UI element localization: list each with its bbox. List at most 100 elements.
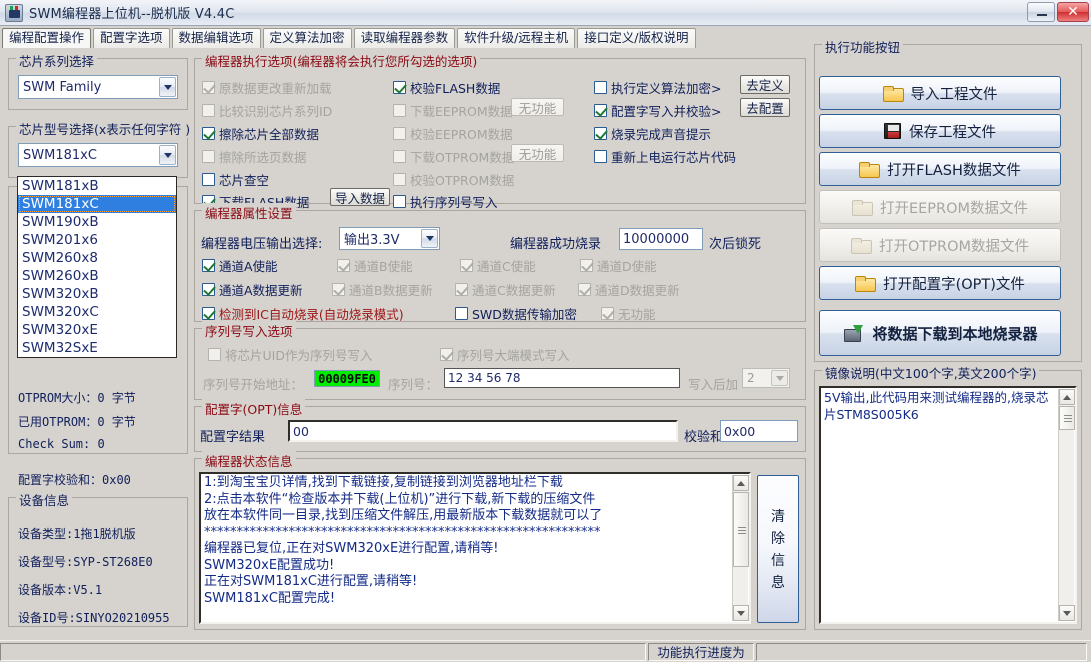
chip-model-dropdown-list[interactable]: SWM181xB SWM181xC SWM190xB SWM201x6 SWM260x8…: [17, 176, 177, 358]
tab-programming-config[interactable]: 编程配置操作: [2, 28, 92, 48]
save-icon: [884, 123, 901, 139]
otprom-size: OTPROM大小：0 字节: [18, 391, 136, 405]
checkbox-download-otprom-data[interactable]: 下载OTPROM数据: [393, 147, 514, 166]
chip-model-option[interactable]: SWM181xC: [18, 195, 176, 213]
download-to-local-programmer-button[interactable]: 将数据下载到本地烧录器: [819, 310, 1061, 356]
lock-count-input[interactable]: 10000000: [619, 228, 703, 250]
checkbox-channel-c-enable[interactable]: 通道C使能: [460, 256, 536, 275]
chip-model-option[interactable]: SWM260x8: [18, 249, 176, 267]
go-define-button[interactable]: 去定义: [740, 75, 790, 94]
chip-model-option[interactable]: SWM201x6: [18, 231, 176, 249]
checkbox-erase-all-chip-data[interactable]: 擦除芯片全部数据: [202, 124, 319, 143]
close-button[interactable]: ✕: [1057, 2, 1089, 22]
checkbox-erase-selected-pages[interactable]: 擦除所选页数据: [202, 147, 307, 166]
checkbox-box: [460, 259, 473, 272]
scrollbar-thumb[interactable]: [733, 492, 749, 567]
chevron-down-icon[interactable]: [421, 229, 438, 248]
scroll-up-icon[interactable]: [733, 475, 749, 491]
checkbox-channel-d-enable[interactable]: 通道D使能: [580, 256, 657, 275]
import-data-button[interactable]: 导入数据: [330, 188, 390, 206]
image-note-memo[interactable]: 5V输出,此代码用来测试编程器的,烧录芯片STM8S005K6: [819, 386, 1077, 624]
checkbox-use-uid-as-serial[interactable]: 将芯片UID作为序列号写入: [208, 345, 372, 364]
chevron-down-icon[interactable]: [159, 77, 176, 97]
opt-checksum-input[interactable]: 0x00: [720, 420, 798, 442]
chevron-down-icon[interactable]: [771, 370, 788, 386]
checkbox-label: 执行序列号写入: [410, 195, 498, 210]
checkbox-box: [393, 195, 406, 208]
tab-software-upgrade-remote-host[interactable]: 软件升级/远程主机: [457, 28, 576, 48]
checkbox-label: 原数据更改重新加载: [219, 81, 332, 96]
device-id: 设备ID号:SINYO20210955: [18, 611, 170, 625]
checkbox-verify-otprom-data[interactable]: 校验OTPROM数据: [393, 170, 514, 189]
button-label: 打开OTPROM数据文件: [878, 238, 1029, 255]
scroll-down-icon[interactable]: [733, 605, 749, 621]
button-label: 将数据下载到本地烧录器: [872, 324, 1038, 343]
device-version: 设备版本:V5.1: [18, 583, 103, 597]
checkbox-channel-a-enable[interactable]: 通道A使能: [202, 256, 278, 275]
checkbox-channel-b-data-update[interactable]: 通道B数据更新: [332, 280, 433, 299]
checkbox-channel-a-data-update[interactable]: 通道A数据更新: [202, 280, 303, 299]
serial-start-address-input[interactable]: 00009FE0: [314, 370, 380, 387]
chip-model-group: 芯片型号选择(x表示任何字符 ) SWM181xC: [8, 119, 194, 178]
checkbox-verify-eeprom-data[interactable]: 校验EEPROM数据: [393, 124, 513, 143]
chip-model-option[interactable]: SWM320xE: [18, 321, 176, 339]
chip-model-option[interactable]: SWM190xB: [18, 213, 176, 231]
checkbox-verify-flash-data[interactable]: 校验FLASH数据: [393, 78, 500, 97]
checkbox-sound-on-complete[interactable]: 烧录完成声音提示: [594, 124, 711, 143]
scroll-down-icon[interactable]: [1059, 605, 1075, 621]
go-configure-button[interactable]: 去配置: [740, 98, 790, 117]
scroll-up-icon[interactable]: [1059, 389, 1075, 405]
clear-log-button[interactable]: 清 除 信 息: [757, 475, 799, 623]
open-config-word-file-button[interactable]: 打开配置字(OPT)文件: [819, 266, 1061, 300]
checkbox-box: [440, 348, 453, 361]
chip-model-combo[interactable]: SWM181xC: [18, 143, 178, 167]
checkbox-label: 将芯片UID作为序列号写入: [225, 348, 373, 363]
chip-model-option[interactable]: SWM320xC: [18, 303, 176, 321]
button-label: 打开配置字(OPT)文件: [883, 276, 1025, 293]
tab-define-algorithm-encrypt[interactable]: 定义算法加密: [262, 28, 352, 48]
checkbox-reload-on-source-change[interactable]: 原数据更改重新加载: [202, 78, 332, 97]
chip-series-combo[interactable]: SWM Family: [18, 75, 178, 99]
checkbox-write-and-verify-config-word[interactable]: 配置字写入并校验>: [594, 101, 721, 120]
tab-config-word-options[interactable]: 配置字选项: [93, 28, 170, 48]
opt-word-group-label: 配置字(OPT)信息: [202, 399, 306, 418]
chip-model-value: SWM181xC: [23, 147, 97, 163]
image-note-scrollbar[interactable]: [1058, 389, 1075, 621]
tab-data-edit-options[interactable]: 数据编辑选项: [171, 28, 261, 48]
tab-interface-copyright[interactable]: 接口定义/版权说明: [577, 28, 696, 48]
checkbox-channel-b-enable[interactable]: 通道B使能: [337, 256, 413, 275]
serial-increment-combo[interactable]: 2: [742, 368, 790, 388]
serial-number-input[interactable]: 12 34 56 78: [444, 368, 680, 388]
open-flash-data-file-button[interactable]: 打开FLASH数据文件: [819, 152, 1061, 186]
tab-read-programmer-params[interactable]: 读取编程器参数: [353, 28, 456, 48]
checkbox-box: [601, 307, 614, 320]
status-log-scrollbar[interactable]: [732, 475, 749, 621]
checkbox-no-function[interactable]: 无功能: [601, 304, 656, 323]
chip-model-option[interactable]: SWM32SxE: [18, 339, 176, 357]
checkbox-download-eeprom-data[interactable]: 下载EEPROM数据: [393, 101, 513, 120]
chip-model-option[interactable]: SWM181xB: [18, 177, 176, 195]
checkbox-repower-run-chip-code[interactable]: 重新上电运行芯片代码: [594, 147, 736, 166]
minimize-button[interactable]: [1027, 2, 1055, 22]
checkbox-label: 擦除所选页数据: [219, 150, 307, 165]
checkbox-swd-transfer-encrypt[interactable]: SWD数据传输加密: [455, 304, 577, 323]
checkbox-serial-big-endian[interactable]: 序列号大端模式写入: [440, 345, 570, 364]
status-log-memo[interactable]: 1:到淘宝宝贝详情,找到下载链接,复制链接到浏览器地址栏下载 2:点击本软件“检…: [199, 472, 751, 624]
import-project-file-button[interactable]: 导入工程文件: [819, 76, 1061, 110]
checkbox-execute-custom-algorithm-encrypt[interactable]: 执行定义算法加密>: [594, 78, 721, 97]
scrollbar-thumb[interactable]: [1059, 406, 1075, 430]
otprom-used: 已用OTPROM：0 字节: [18, 415, 136, 429]
checkbox-channel-d-data-update[interactable]: 通道D数据更新: [578, 280, 680, 299]
checkbox-channel-c-data-update[interactable]: 通道C数据更新: [455, 280, 556, 299]
chevron-down-icon[interactable]: [159, 145, 176, 165]
checkbox-execute-serial-write[interactable]: 执行序列号写入: [393, 192, 498, 211]
checkbox-box: [594, 150, 607, 163]
checkbox-compare-chip-series-id[interactable]: 比较识别芯片系列ID: [202, 101, 332, 120]
voltage-output-combo[interactable]: 输出3.3V: [339, 227, 440, 250]
check-sum-2: Check Sum: 0: [18, 437, 105, 451]
checkbox-blank-check[interactable]: 芯片查空: [202, 170, 269, 189]
opt-result-input[interactable]: 00: [288, 420, 678, 442]
chip-model-option[interactable]: SWM260xB: [18, 267, 176, 285]
save-project-file-button[interactable]: 保存工程文件: [819, 114, 1061, 148]
chip-model-option[interactable]: SWM320xB: [18, 285, 176, 303]
